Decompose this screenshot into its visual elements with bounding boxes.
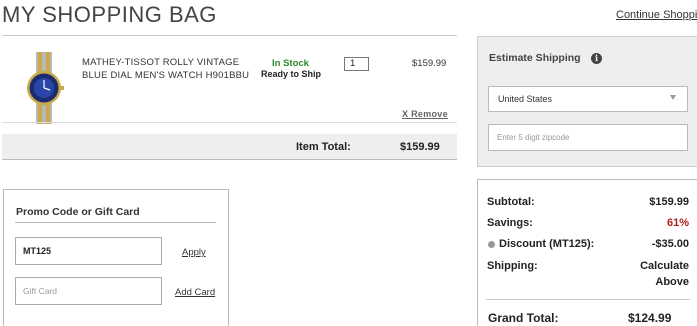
item-total-value: $159.99 bbox=[400, 141, 440, 153]
gift-card-input[interactable]: Gift Card bbox=[15, 277, 162, 305]
shipping-value-line1: Calculate bbox=[640, 260, 689, 272]
discount-label: Discount (MT125): bbox=[499, 238, 595, 250]
cart-divider bbox=[2, 35, 457, 36]
subtotal-value: $159.99 bbox=[649, 196, 689, 208]
country-select[interactable]: United States bbox=[488, 86, 688, 112]
product-name[interactable]: MATHEY-TISSOT ROLLY VINTAGE BLUE DIAL ME… bbox=[82, 56, 252, 82]
add-card-button[interactable]: Add Card bbox=[175, 287, 215, 298]
item-divider bbox=[2, 122, 457, 123]
apply-button[interactable]: Apply bbox=[182, 247, 206, 258]
promo-code-input[interactable]: MT125 bbox=[15, 237, 162, 265]
grand-total-value: $124.99 bbox=[628, 311, 672, 325]
estimate-shipping-title: Estimate Shipping bbox=[489, 52, 581, 64]
ship-status: Ready to Ship bbox=[261, 69, 322, 79]
grand-total-label: Grand Total: bbox=[488, 311, 559, 325]
subtotal-label: Subtotal: bbox=[487, 196, 535, 208]
chevron-down-icon[interactable] bbox=[670, 95, 676, 100]
item-total-label: Item Total: bbox=[296, 141, 351, 153]
info-icon[interactable]: i bbox=[591, 53, 602, 64]
savings-value: 61% bbox=[666, 217, 689, 229]
remove-item-link[interactable]: X Remove bbox=[402, 109, 448, 119]
shipping-label: Shipping: bbox=[487, 260, 538, 272]
item-price: $159.99 bbox=[412, 58, 447, 69]
summary-divider bbox=[486, 299, 690, 300]
item-total-bar bbox=[2, 134, 457, 160]
remove-discount-icon[interactable] bbox=[488, 241, 495, 248]
savings-label: Savings: bbox=[487, 217, 533, 229]
watch-image[interactable] bbox=[22, 52, 66, 124]
discount-value: -$35.00 bbox=[651, 238, 689, 250]
continue-shopping-link[interactable]: Continue Shopping bbox=[616, 9, 697, 21]
zipcode-input[interactable]: Enter 5 digit zipcode bbox=[488, 124, 688, 151]
shipping-value-line2: Above bbox=[655, 276, 689, 288]
promo-divider bbox=[15, 222, 216, 223]
promo-title: Promo Code or Gift Card bbox=[16, 206, 140, 218]
stock-status: In Stock bbox=[272, 58, 309, 69]
quantity-input[interactable]: 1 bbox=[344, 57, 369, 71]
page-title: MY SHOPPING BAG bbox=[2, 2, 217, 27]
